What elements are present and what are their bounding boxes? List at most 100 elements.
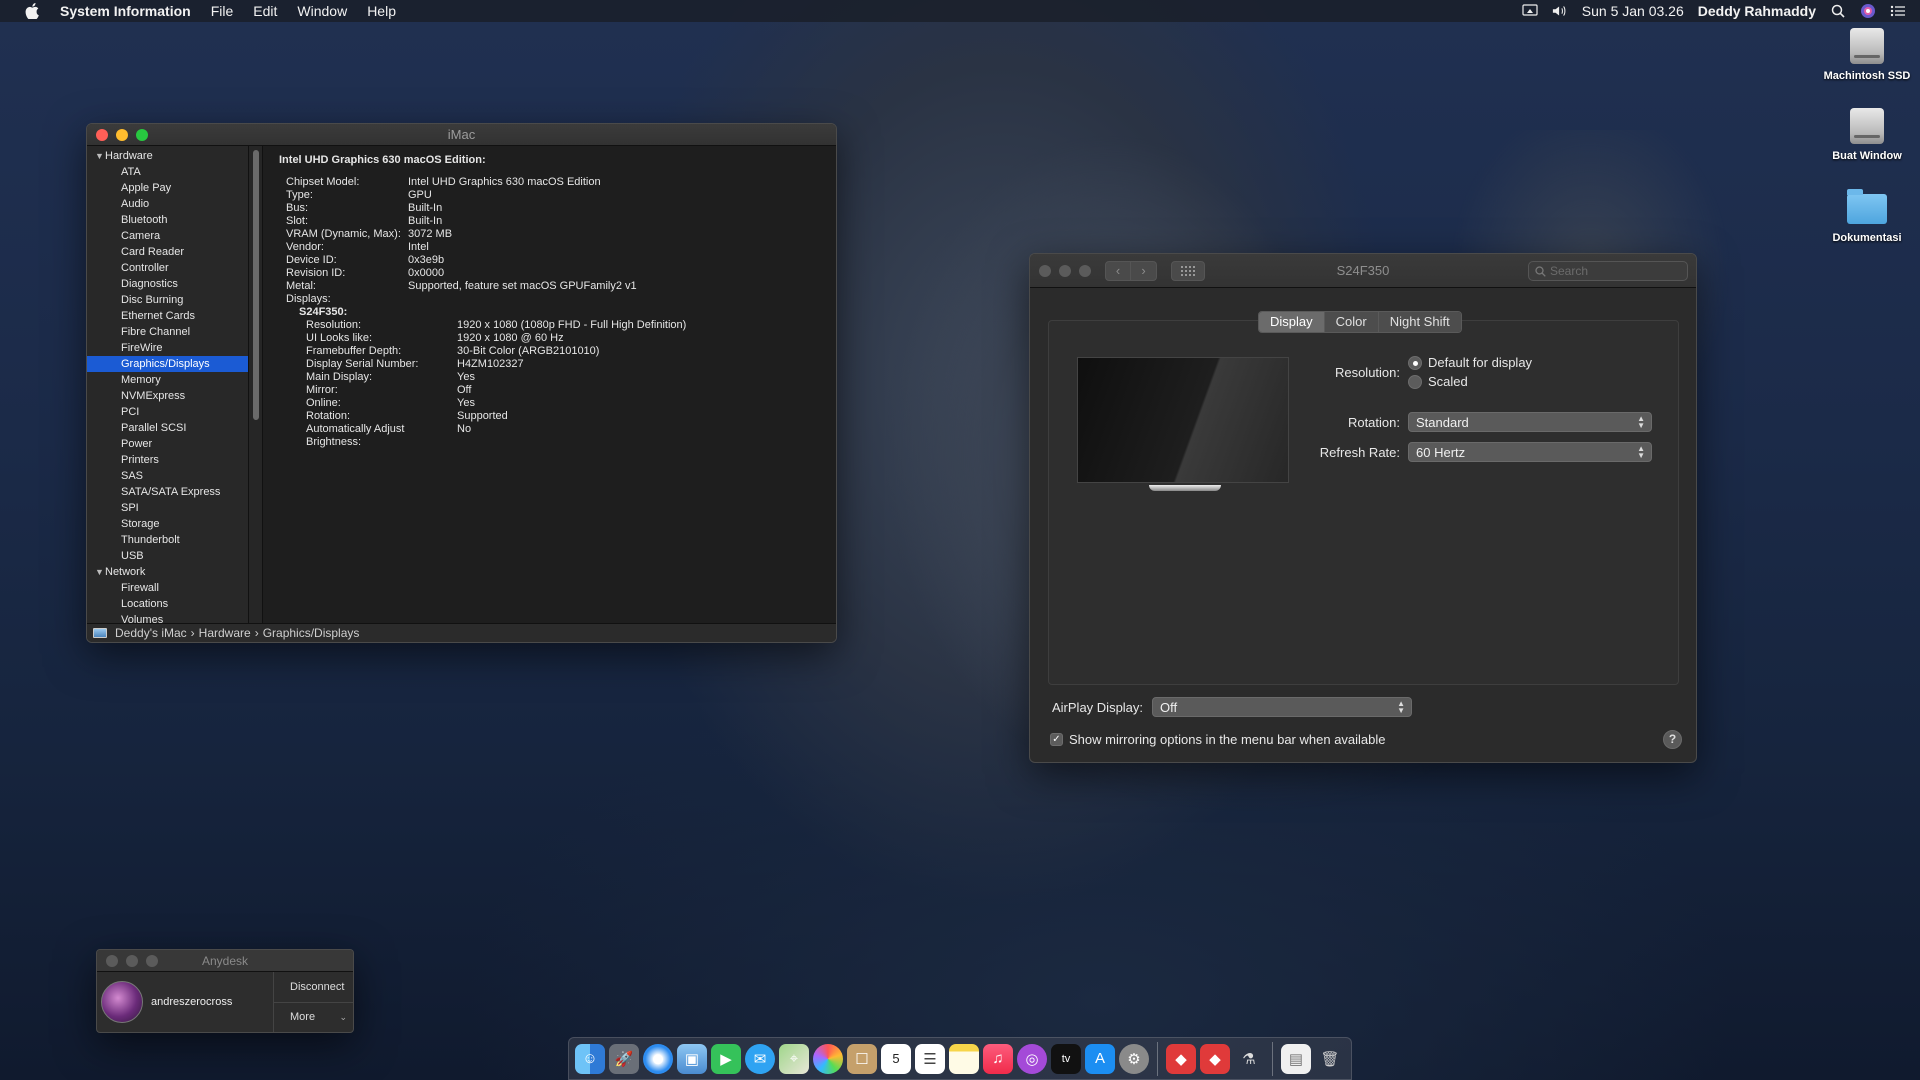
facetime-icon[interactable]: ▶	[711, 1043, 741, 1074]
scrollbar-thumb[interactable]	[253, 150, 259, 420]
script-editor-icon[interactable]: ⚗	[1234, 1044, 1264, 1074]
sidebar-item-spi[interactable]: SPI	[87, 500, 248, 516]
tab-color[interactable]: Color	[1324, 312, 1379, 332]
app-store-icon[interactable]: A	[1085, 1043, 1115, 1074]
menu-window[interactable]: Window	[297, 3, 347, 19]
sidebar-item-sas[interactable]: SAS	[87, 468, 248, 484]
sidebar-item-parallel-scsi[interactable]: Parallel SCSI	[87, 420, 248, 436]
sidebar-item-usb[interactable]: USB	[87, 548, 248, 564]
minimize-button[interactable]	[1059, 264, 1071, 277]
finder-icon[interactable]: ☺	[575, 1043, 605, 1074]
mirroring-option[interactable]: ✓ Show mirroring options in the menu bar…	[1050, 732, 1386, 747]
close-button[interactable]	[1039, 264, 1051, 277]
sidebar-item-storage[interactable]: Storage	[87, 516, 248, 532]
system-preferences-icon[interactable]: ⚙	[1119, 1043, 1149, 1074]
sidebar-item-firewire[interactable]: FireWire	[87, 340, 248, 356]
refresh-rate-select[interactable]: 60 Hertz ▲ ▼	[1408, 442, 1652, 462]
forward-button[interactable]: ›	[1131, 260, 1157, 281]
messages-icon[interactable]: ✉	[745, 1043, 775, 1074]
screen-mirroring-icon[interactable]	[1522, 4, 1538, 18]
search-input[interactable]	[1550, 264, 1680, 278]
contacts-icon[interactable]: ☐	[847, 1043, 877, 1074]
notification-center-icon[interactable]	[1890, 4, 1906, 18]
desktop-icon-machintosh-ssd[interactable]: Machintosh SSD	[1817, 28, 1917, 82]
minimize-button[interactable]	[116, 128, 128, 141]
window-titlebar[interactable]: Anydesk	[97, 950, 353, 972]
anydesk-icon[interactable]: ◆	[1166, 1043, 1196, 1074]
podcasts-icon[interactable]: ◎	[1017, 1043, 1047, 1074]
menu-help[interactable]: Help	[367, 3, 396, 19]
window-titlebar[interactable]: ‹ › S24F350	[1030, 254, 1696, 288]
sidebar-item-ata[interactable]: ATA	[87, 164, 248, 180]
radio-default-for-display[interactable]: Default for display	[1408, 355, 1532, 370]
sidebar-item-power[interactable]: Power	[87, 436, 248, 452]
tab-night-shift[interactable]: Night Shift	[1378, 312, 1461, 332]
apple-tv-icon[interactable]: tv	[1051, 1043, 1081, 1074]
help-button[interactable]: ?	[1663, 730, 1682, 749]
sidebar-item-firewall[interactable]: Firewall	[87, 580, 248, 596]
menubar-user[interactable]: Deddy Rahmaddy	[1698, 3, 1816, 19]
disclosure-triangle-icon[interactable]: ▼	[95, 564, 105, 580]
anydesk-icon-2[interactable]: ◆	[1200, 1043, 1230, 1074]
safari-icon[interactable]: ⊕	[643, 1043, 673, 1074]
maps-icon[interactable]: ⌖	[779, 1043, 809, 1074]
zoom-button[interactable]	[1079, 264, 1091, 277]
sidebar-item-disc-burning[interactable]: Disc Burning	[87, 292, 248, 308]
sidebar-item-bluetooth[interactable]: Bluetooth	[87, 212, 248, 228]
calendar-icon[interactable]: 5	[881, 1043, 911, 1074]
desktop-icon-buat-window[interactable]: Buat Window	[1817, 108, 1917, 162]
sidebar-item-volumes[interactable]: Volumes	[87, 612, 248, 623]
disclosure-triangle-icon[interactable]: ▼	[95, 148, 105, 164]
disconnect-button[interactable]: Disconnect	[274, 972, 353, 1002]
preview-icon[interactable]: ▣	[677, 1043, 707, 1074]
sidebar[interactable]: ▼Hardware ATA Apple Pay Audio Bluetooth …	[87, 146, 249, 623]
desktop-icon-dokumentasi[interactable]: Dokumentasi	[1817, 188, 1917, 244]
sidebar-item-fibre-channel[interactable]: Fibre Channel	[87, 324, 248, 340]
zoom-button[interactable]	[146, 954, 158, 967]
menu-edit[interactable]: Edit	[253, 3, 277, 19]
sidebar-item-camera[interactable]: Camera	[87, 228, 248, 244]
sidebar-item-thunderbolt[interactable]: Thunderbolt	[87, 532, 248, 548]
sidebar-item-card-reader[interactable]: Card Reader	[87, 244, 248, 260]
back-button[interactable]: ‹	[1105, 260, 1131, 281]
search-field[interactable]	[1528, 261, 1688, 281]
show-all-button[interactable]	[1171, 260, 1205, 281]
more-button[interactable]: More ⌄	[274, 1001, 353, 1033]
radio-scaled[interactable]: Scaled	[1408, 374, 1532, 389]
volume-icon[interactable]	[1552, 4, 1568, 18]
sidebar-item-nvmexpress[interactable]: NVMExpress	[87, 388, 248, 404]
sidebar-scrollbar[interactable]	[249, 146, 263, 623]
path-item-hardware[interactable]: Hardware	[199, 626, 251, 640]
path-item-computer[interactable]: Deddy's iMac	[115, 626, 187, 640]
path-item-graphics-displays[interactable]: Graphics/Displays	[263, 626, 360, 640]
document-icon[interactable]: ▤	[1281, 1043, 1311, 1074]
tab-display[interactable]: Display	[1259, 312, 1325, 332]
sidebar-item-graphics-displays[interactable]: Graphics/Displays	[87, 356, 248, 372]
sidebar-item-printers[interactable]: Printers	[87, 452, 248, 468]
reminders-icon[interactable]: ☰	[915, 1043, 945, 1074]
close-button[interactable]	[96, 128, 108, 141]
photos-icon[interactable]	[813, 1043, 843, 1074]
apple-menu-icon[interactable]	[20, 3, 44, 19]
sidebar-item-controller[interactable]: Controller	[87, 260, 248, 276]
menubar-clock[interactable]: Sun 5 Jan 03.26	[1582, 3, 1684, 19]
sidebar-item-audio[interactable]: Audio	[87, 196, 248, 212]
sidebar-item-locations[interactable]: Locations	[87, 596, 248, 612]
sidebar-group-hardware[interactable]: ▼Hardware	[87, 148, 248, 164]
sidebar-item-pci[interactable]: PCI	[87, 404, 248, 420]
sidebar-item-diagnostics[interactable]: Diagnostics	[87, 276, 248, 292]
menu-file[interactable]: File	[211, 3, 234, 19]
mirroring-checkbox[interactable]: ✓	[1050, 733, 1063, 746]
app-menu-system-information[interactable]: System Information	[60, 3, 191, 19]
launchpad-icon[interactable]: 🚀	[609, 1043, 639, 1074]
minimize-button[interactable]	[126, 954, 138, 967]
close-button[interactable]	[106, 954, 118, 967]
sidebar-item-apple-pay[interactable]: Apple Pay	[87, 180, 248, 196]
siri-icon[interactable]	[1860, 4, 1876, 18]
window-titlebar[interactable]: iMac	[87, 124, 836, 146]
airplay-display-select[interactable]: Off ▲ ▼	[1152, 697, 1413, 717]
sidebar-item-ethernet-cards[interactable]: Ethernet Cards	[87, 308, 248, 324]
trash-icon[interactable]: 🗑	[1315, 1044, 1345, 1074]
rotation-select[interactable]: Standard ▲ ▼	[1408, 412, 1652, 432]
sidebar-item-sata[interactable]: SATA/SATA Express	[87, 484, 248, 500]
